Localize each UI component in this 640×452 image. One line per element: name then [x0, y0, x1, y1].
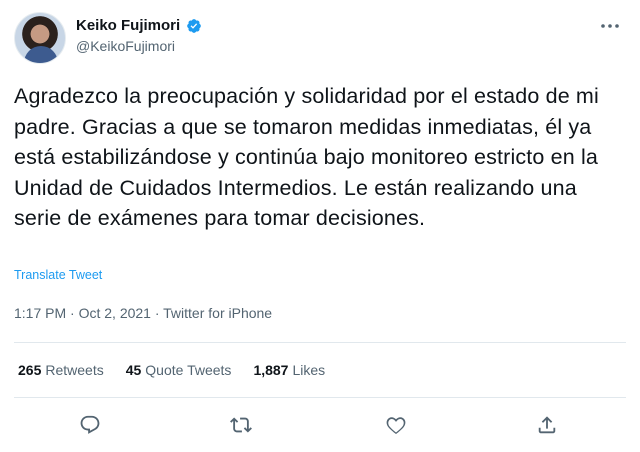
- retweet-icon: [230, 417, 252, 433]
- tweet-card: Keiko Fujimori @KeikoFujimori Agradezco …: [0, 0, 640, 452]
- divider: [14, 342, 626, 343]
- retweets-label: Retweets: [45, 362, 104, 378]
- retweets-stat[interactable]: 265 Retweets: [18, 362, 104, 378]
- avatar[interactable]: [14, 12, 66, 64]
- translate-tweet-link[interactable]: Translate Tweet: [14, 268, 102, 282]
- like-button[interactable]: [383, 412, 409, 438]
- user-info: Keiko Fujimori @KeikoFujimori: [76, 17, 202, 54]
- quote-tweets-label: Quote Tweets: [145, 362, 232, 378]
- reply-button[interactable]: [77, 412, 103, 438]
- retweet-button[interactable]: [228, 412, 254, 438]
- like-icon: [386, 417, 406, 435]
- retweets-count: 265: [18, 362, 42, 378]
- user-handle[interactable]: @KeikoFujimori: [76, 38, 202, 54]
- likes-count: 1,887: [253, 362, 289, 378]
- share-button[interactable]: [534, 412, 560, 438]
- verified-badge-icon: [187, 18, 202, 33]
- likes-stat[interactable]: 1,887 Likes: [253, 362, 325, 378]
- reply-icon: [80, 415, 100, 434]
- tweet-text: Agradezco la preocupación y solidaridad …: [14, 84, 599, 230]
- more-options-icon[interactable]: [598, 14, 622, 38]
- display-name[interactable]: Keiko Fujimori: [76, 17, 180, 34]
- quote-tweets-stat[interactable]: 45 Quote Tweets: [126, 362, 232, 378]
- likes-label: Likes: [292, 362, 326, 378]
- engagement-stats: 265 Retweets 45 Quote Tweets 1,887 Likes: [18, 362, 325, 378]
- name-row: Keiko Fujimori: [76, 17, 202, 34]
- action-bar: [0, 412, 640, 442]
- tweet-timestamp[interactable]: 1:17 PM · Oct 2, 2021 · Twitter for iPho…: [14, 305, 272, 321]
- quote-tweets-count: 45: [125, 362, 142, 378]
- share-icon: [538, 416, 556, 434]
- divider: [14, 397, 626, 398]
- avatar-figure: [24, 46, 58, 63]
